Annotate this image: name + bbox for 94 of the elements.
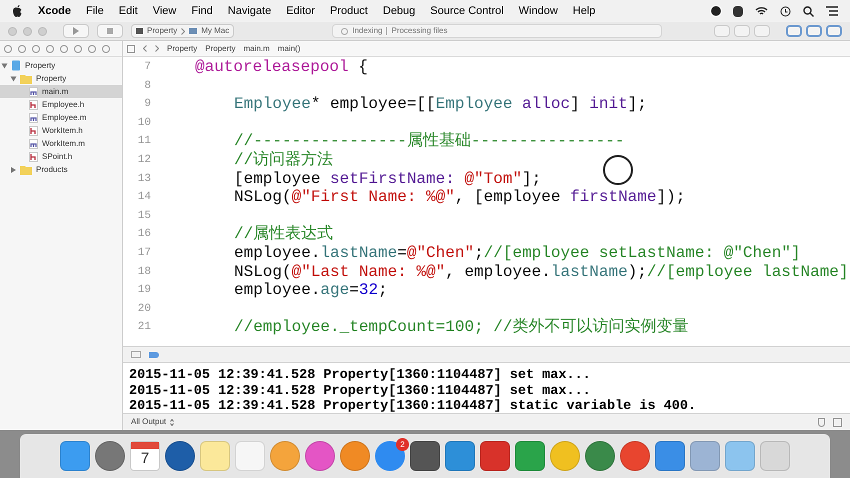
breakpoints-icon[interactable] <box>149 352 159 358</box>
line-number: 10 <box>136 116 152 131</box>
line-number: 7 <box>143 60 152 75</box>
updown-icon <box>170 418 174 426</box>
back-icon <box>143 45 147 52</box>
cursor-highlight-icon <box>603 155 633 185</box>
source-file-icon <box>29 86 38 96</box>
navigator-item[interactable]: Property <box>0 59 122 72</box>
navigator-item[interactable]: WorkItem.h <box>0 124 122 137</box>
source-file-icon <box>29 152 38 162</box>
stop-button[interactable] <box>97 24 123 38</box>
line-number: 9 <box>143 97 152 112</box>
menu-item[interactable]: Debug <box>382 2 416 20</box>
editor-standard-icon[interactable] <box>714 25 730 37</box>
clock-icon[interactable] <box>780 6 791 16</box>
line-number: 15 <box>136 208 152 224</box>
navigator-item[interactable]: SPoint.h <box>0 150 122 163</box>
code-line: Employee* employee=[[Employee alloc] init]; <box>234 95 647 114</box>
menu-item[interactable]: Help <box>572 2 596 20</box>
search-icon[interactable] <box>803 6 814 16</box>
navigator-item[interactable]: Employee.h <box>0 98 122 111</box>
related-items-icon[interactable] <box>127 44 135 52</box>
breadcrumb-item[interactable]: Property <box>167 42 198 54</box>
navigator-toggle-icon[interactable] <box>786 25 802 37</box>
breadcrumb-item[interactable]: main.m <box>243 42 270 54</box>
project-icon <box>11 60 21 71</box>
menu-item[interactable]: Edit <box>118 2 138 20</box>
console-line: 2015-11-05 12:39:41.528 Property[1360:1104487] static variable is 400. <box>129 399 698 413</box>
menu-icon[interactable] <box>826 6 838 16</box>
line-number: 16 <box>136 227 152 242</box>
menu-item[interactable]: Source Control <box>430 2 504 20</box>
source-file-icon <box>29 126 38 136</box>
breadcrumb-item[interactable]: Property <box>205 42 236 54</box>
wifi-icon[interactable] <box>755 6 768 16</box>
output-filter-popup[interactable]: All Output <box>131 416 174 428</box>
code-line: @autoreleasepool { <box>195 58 368 77</box>
assistant-editor-icon[interactable] <box>734 25 750 37</box>
line-number: 14 <box>136 190 152 206</box>
calendar-app-icon[interactable]: 7 <box>130 441 160 471</box>
app-store-icon[interactable] <box>375 441 405 471</box>
debug-area-toggle-icon[interactable] <box>806 25 822 37</box>
code-line: NSLog(@"First Name: %@", [employee firstName]); <box>234 188 686 207</box>
version-editor-icon[interactable] <box>754 25 770 37</box>
forward-icon <box>155 45 159 52</box>
separator <box>386 27 388 35</box>
utilities-toggle-icon[interactable] <box>826 25 842 37</box>
menu-item[interactable]: Window <box>518 2 558 20</box>
line-number: 13 <box>136 172 152 187</box>
line-number: 17 <box>136 246 152 261</box>
breadcrumb-item[interactable]: main() <box>278 42 300 54</box>
code-line: employee.age=32; <box>234 281 388 300</box>
line-number: 18 <box>136 264 152 280</box>
activity-detail: Processing files <box>391 25 448 37</box>
run-button[interactable] <box>63 24 89 38</box>
line-number: 20 <box>136 302 152 317</box>
navigator-item[interactable]: Employee.m <box>0 111 122 124</box>
menu-item[interactable]: Find <box>191 2 213 20</box>
record-icon[interactable] <box>711 6 721 16</box>
menu-item[interactable]: View <box>152 2 176 20</box>
source-file-icon <box>29 100 38 110</box>
console-line: 2015-11-05 12:39:41.528 Property[1360:1104487] set max... <box>129 384 592 399</box>
app-status-icon[interactable] <box>733 6 743 16</box>
menu-item[interactable]: Product <box>330 2 368 20</box>
code-line: employee.lastName=@"Chen";//[employee setLastName: @"Chen"] <box>234 244 801 263</box>
navigator-item[interactable]: main.m <box>0 85 122 98</box>
menu-item[interactable]: Navigate <box>228 2 272 20</box>
source-file-icon <box>29 112 38 122</box>
scheme-selector[interactable]: Property My Mac <box>131 24 234 38</box>
navigator-item[interactable]: Products <box>0 163 122 176</box>
source-file-icon <box>29 138 38 148</box>
menu-item[interactable]: Editor <box>286 2 315 20</box>
code-line: //属性表达式 <box>234 225 334 244</box>
code-line: NSLog(@"Last Name: %@", employee.lastName);//[employee lastName] <box>234 262 849 282</box>
code-line: [employee setFirstName: @"Tom"]; <box>234 170 542 188</box>
menu-item[interactable]: File <box>86 2 104 20</box>
code-line: //employee._tempCount=100; //类外不可以访问实例变量 <box>234 318 688 337</box>
line-number: 8 <box>143 78 152 94</box>
line-number: 12 <box>136 152 152 168</box>
menu-app-name[interactable]: Xcode <box>38 2 72 20</box>
apple-logo-icon[interactable] <box>12 4 23 18</box>
code-line: //访问器方法 <box>234 150 334 170</box>
line-number: 21 <box>136 320 152 336</box>
spinner-icon <box>341 28 348 34</box>
calendar-day: 7 <box>140 449 150 469</box>
line-number: 11 <box>136 134 152 150</box>
split-view-icon[interactable] <box>833 418 842 426</box>
navigator-item[interactable]: WorkItem.m <box>0 137 122 150</box>
chevron-icon <box>181 28 186 34</box>
notification-badge: 2 <box>396 438 409 451</box>
hide-debug-area-icon[interactable] <box>131 351 141 358</box>
line-number: 19 <box>136 283 152 298</box>
code-line: //----------------属性基础---------------- <box>234 132 624 150</box>
console-line: 2015-11-05 12:39:41.528 Property[1360:1104487] set max... <box>129 368 592 384</box>
activity-status: Indexing <box>352 25 382 37</box>
